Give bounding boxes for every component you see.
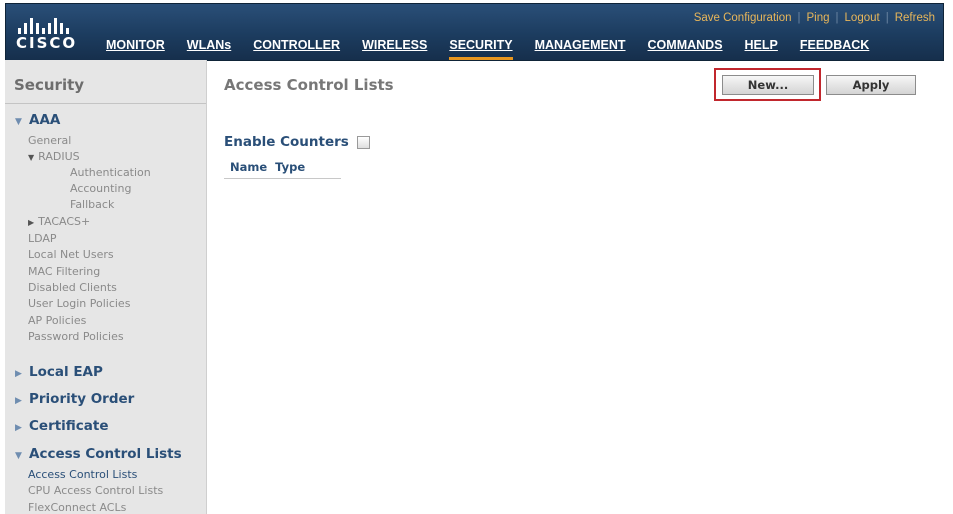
menu-help[interactable]: HELP (745, 36, 778, 57)
sidebar-item-mac-filtering[interactable]: MAC Filtering (28, 265, 100, 278)
cisco-logo: CISCO (16, 12, 96, 54)
expanded-arrow-icon: ▼ (15, 117, 22, 127)
cisco-logo-text: CISCO (16, 34, 78, 52)
sidebar-section-acl-label: Access Control Lists (29, 446, 182, 462)
sidebar-section-certificate[interactable]: ▶ Certificate (15, 418, 109, 434)
column-header-type: Type (275, 160, 306, 174)
acl-table-header: Name Type (230, 160, 313, 174)
enable-counters-row: Enable Counters (224, 134, 370, 150)
top-navigation-bar: CISCO Save Configuration | Ping | Logout | Ref… (5, 3, 944, 61)
sidebar-title: Security (14, 76, 85, 94)
new-button[interactable]: New... (722, 75, 814, 95)
menu-commands[interactable]: COMMANDS (648, 36, 723, 57)
sidebar-item-password-policies[interactable]: Password Policies (28, 330, 124, 343)
sidebar-section-local-eap-label: Local EAP (29, 364, 103, 380)
collapsed-arrow-icon: ▶ (15, 423, 22, 433)
sidebar-item-radius-label: RADIUS (38, 150, 80, 163)
menu-wlans[interactable]: WLANs (187, 36, 231, 57)
enable-counters-checkbox[interactable] (356, 135, 370, 149)
main-menu: MONITOR WLANs CONTROLLER WIRELESS SECURI… (106, 36, 869, 60)
logout-link[interactable]: Logout (845, 12, 880, 24)
collapsed-arrow-icon: ▶ (15, 396, 22, 406)
utility-links: Save Configuration | Ping | Logout | Refresh (693, 12, 935, 24)
sidebar-item-fallback[interactable]: Fallback (70, 198, 114, 211)
sidebar-item-access-control-lists[interactable]: Access Control Lists (28, 468, 137, 481)
sidebar-section-aaa-label: AAA (29, 112, 61, 128)
sidebar-item-ldap[interactable]: LDAP (28, 232, 57, 245)
page-title: Access Control Lists (224, 76, 394, 94)
sidebar-divider (5, 103, 206, 104)
sidebar-item-user-login-policies[interactable]: User Login Policies (28, 297, 130, 310)
sidebar-section-local-eap[interactable]: ▶ Local EAP (15, 364, 103, 380)
menu-wireless[interactable]: WIRELESS (362, 36, 427, 57)
collapsed-arrow-icon: ▶ (15, 369, 22, 379)
expanded-arrow-icon: ▼ (15, 451, 22, 461)
menu-security[interactable]: SECURITY (449, 36, 513, 60)
collapsed-arrow-icon: ▶ (28, 218, 35, 227)
menu-feedback[interactable]: FEEDBACK (800, 36, 869, 57)
menu-controller[interactable]: CONTROLLER (253, 36, 340, 57)
table-header-divider (224, 178, 341, 179)
expanded-arrow-icon: ▼ (28, 153, 35, 162)
enable-counters-label: Enable Counters (224, 134, 349, 150)
sidebar-item-disabled-clients[interactable]: Disabled Clients (28, 281, 117, 294)
sidebar-item-radius[interactable]: ▼ RADIUS (28, 150, 80, 163)
cisco-logo-bars (18, 14, 74, 34)
refresh-link[interactable]: Refresh (895, 12, 935, 24)
save-configuration-link[interactable]: Save Configuration (694, 12, 792, 24)
ping-link[interactable]: Ping (807, 12, 830, 24)
menu-management[interactable]: MANAGEMENT (535, 36, 626, 57)
sidebar-item-tacacs-label: TACACS+ (38, 215, 91, 228)
sidebar-section-certificate-label: Certificate (29, 418, 109, 434)
column-header-name: Name (230, 160, 268, 174)
sidebar-item-tacacs[interactable]: ▶ TACACS+ (28, 215, 90, 228)
sidebar-item-authentication[interactable]: Authentication (70, 166, 151, 179)
menu-monitor[interactable]: MONITOR (106, 36, 165, 57)
sidebar-item-cpu-access-control-lists[interactable]: CPU Access Control Lists (28, 484, 163, 497)
security-sidebar: Security ▼ AAA General ▼ RADIUS Authentica… (5, 60, 207, 514)
sidebar-item-flexconnect-acls[interactable]: FlexConnect ACLs (28, 501, 126, 514)
sidebar-section-priority-order-label: Priority Order (29, 391, 135, 407)
sidebar-section-access-control-lists[interactable]: ▼ Access Control Lists (15, 446, 182, 462)
sidebar-item-ap-policies[interactable]: AP Policies (28, 314, 86, 327)
sidebar-section-aaa[interactable]: ▼ AAA (15, 112, 60, 128)
apply-button[interactable]: Apply (826, 75, 916, 95)
sidebar-section-priority-order[interactable]: ▶ Priority Order (15, 391, 134, 407)
sidebar-item-general[interactable]: General (28, 134, 71, 147)
sidebar-item-accounting[interactable]: Accounting (70, 182, 131, 195)
sidebar-item-local-net-users[interactable]: Local Net Users (28, 248, 114, 261)
